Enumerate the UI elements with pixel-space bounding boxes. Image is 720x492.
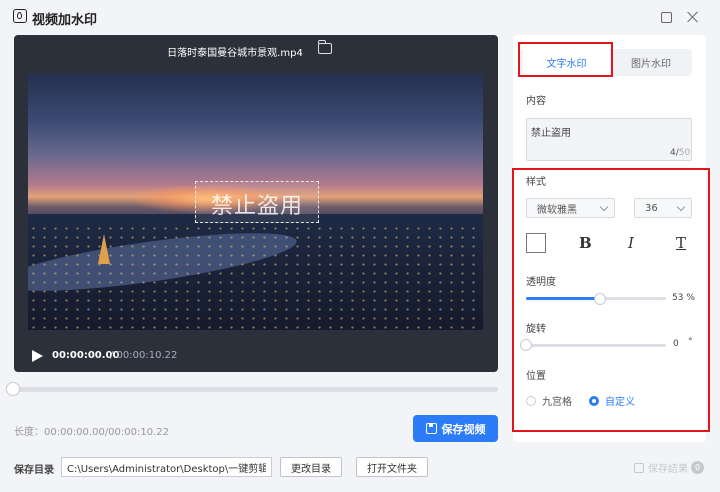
file-name: 日落时泰国曼谷城市景观.mp4 <box>167 48 303 59</box>
font-value: 微软雅黑 <box>537 204 577 216</box>
char-max: 50 <box>678 148 691 158</box>
play-icon[interactable] <box>32 350 43 362</box>
save-video-button[interactable]: 保存视频 <box>413 415 498 442</box>
watermark-overlay[interactable]: 禁止盗用 <box>195 181 319 223</box>
position-custom-label: 自定义 <box>605 397 635 408</box>
chevron-down-icon <box>676 202 686 212</box>
content-textarea[interactable]: 禁止盗用 <box>526 118 692 161</box>
color-swatch[interactable] <box>526 233 546 253</box>
save-result-toggle[interactable]: 保存结果 0 <box>634 460 704 475</box>
maximize-icon[interactable] <box>661 12 672 23</box>
char-count: 4/ <box>670 148 679 158</box>
app-logo-icon <box>13 9 27 23</box>
save-dir-input[interactable] <box>61 457 272 477</box>
total-time: / 00:00:10.22 <box>110 350 178 361</box>
font-size-select[interactable]: 36 <box>634 198 692 218</box>
tab-image-watermark[interactable]: 图片水印 <box>610 49 692 76</box>
position-custom-radio[interactable]: 自定义 <box>589 393 635 408</box>
style-label: 样式 <box>526 177 546 188</box>
char-counter: 4/50 <box>670 148 690 158</box>
change-dir-button[interactable]: 更改目录 <box>280 457 342 477</box>
close-icon[interactable] <box>687 11 699 23</box>
italic-button[interactable]: I <box>628 234 634 252</box>
open-folder-button[interactable]: 打开文件夹 <box>356 457 428 477</box>
rotate-slider[interactable] <box>526 344 666 347</box>
seek-handle[interactable] <box>6 382 20 396</box>
underline-button[interactable]: T <box>676 234 686 252</box>
radio-checked-icon <box>589 395 599 406</box>
chevron-down-icon <box>599 202 609 212</box>
position-grid-radio[interactable]: 九宫格 <box>526 393 572 408</box>
seek-bar[interactable] <box>14 387 498 392</box>
rotate-handle[interactable] <box>520 339 532 351</box>
length-label: 长度：00:00:00.00/00:00:10.22 <box>14 427 169 438</box>
title-bar: 视频加水印 <box>0 0 720 34</box>
bold-button[interactable]: B <box>579 234 592 252</box>
rotate-value: 0 <box>673 339 679 349</box>
save-result-count: 0 <box>691 461 704 474</box>
save-video-label: 保存视频 <box>441 422 486 436</box>
radio-unchecked-icon <box>526 395 536 406</box>
window-title: 视频加水印 <box>32 13 98 28</box>
opacity-label: 透明度 <box>526 277 556 288</box>
opacity-fill <box>526 297 600 300</box>
opacity-value: 53 % <box>672 293 695 303</box>
opacity-handle[interactable] <box>594 293 606 305</box>
watermark-text: 禁止盗用 <box>210 194 303 219</box>
tab-text-watermark[interactable]: 文字水印 <box>523 49 610 76</box>
save-result-label: 保存结果 <box>648 464 688 475</box>
position-label: 位置 <box>526 371 546 382</box>
rotate-label: 旋转 <box>526 324 546 335</box>
content-label: 内容 <box>526 96 546 107</box>
font-select[interactable]: 微软雅黑 <box>526 198 615 218</box>
checkbox-icon <box>634 462 644 473</box>
folder-change-icon[interactable] <box>318 40 332 54</box>
rotate-unit: ° <box>688 337 693 347</box>
size-value: 36 <box>645 202 658 214</box>
save-dir-label: 保存目录 <box>14 465 54 476</box>
position-grid-label: 九宫格 <box>542 397 572 408</box>
save-icon <box>425 423 437 434</box>
